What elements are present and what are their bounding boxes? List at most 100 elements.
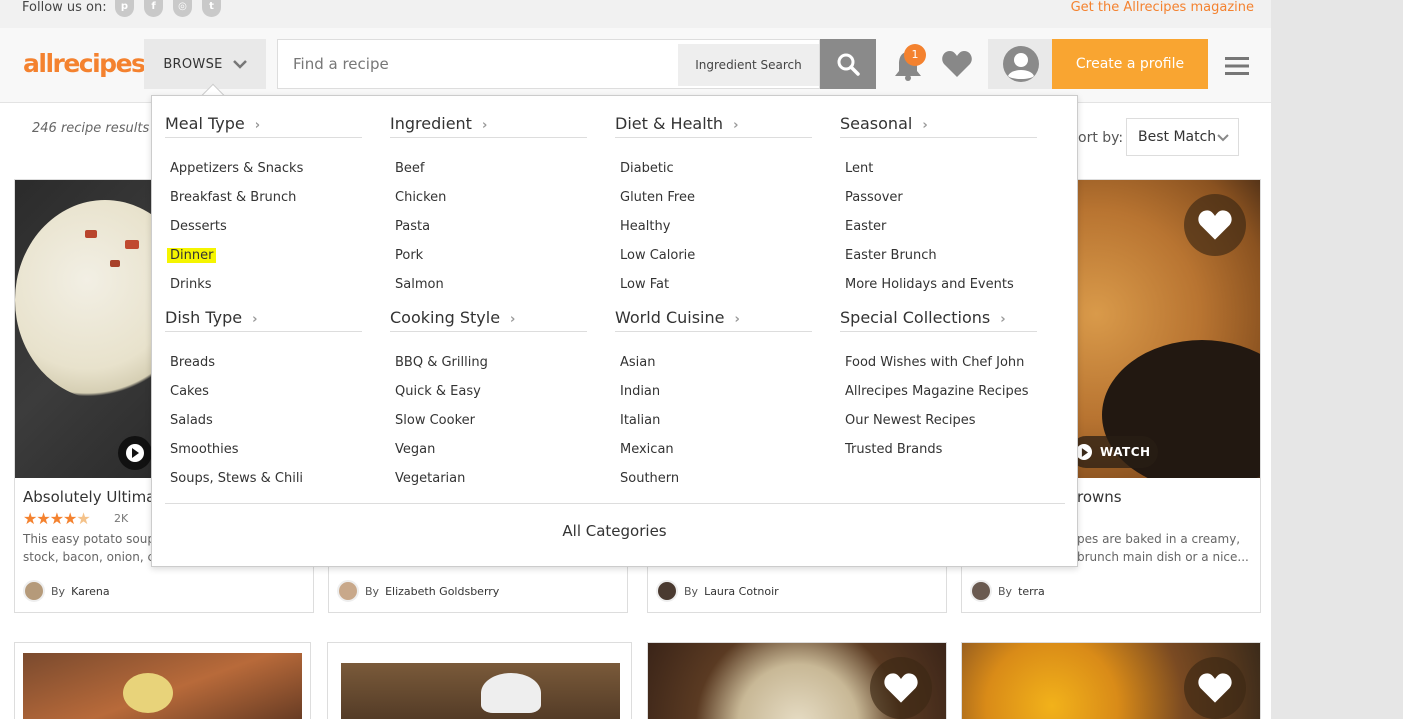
section-title-world-cuisine[interactable]: World Cuisine ›: [615, 308, 812, 332]
menu-item-slow-cooker[interactable]: Slow Cooker: [395, 413, 475, 428]
menu-item-soups-stews-chili[interactable]: Soups, Stews & Chili: [170, 471, 303, 486]
menu-item-low-fat[interactable]: Low Fat: [620, 277, 669, 292]
heart-icon[interactable]: [941, 50, 973, 78]
menu-item-indian[interactable]: Indian: [620, 384, 660, 399]
heart-icon: [1198, 210, 1232, 240]
browse-button[interactable]: BROWSE: [144, 39, 266, 89]
menu-item-trusted-brands[interactable]: Trusted Brands: [845, 442, 942, 457]
menu-item-salads[interactable]: Salads: [170, 413, 213, 428]
section-title-cooking-style[interactable]: Cooking Style ›: [390, 308, 587, 332]
section-title-dish-type[interactable]: Dish Type ›: [165, 308, 362, 332]
ingredient-search-button[interactable]: Ingredient Search: [678, 44, 819, 86]
menu-item-cakes[interactable]: Cakes: [170, 384, 209, 399]
menu-item-label: Easter Brunch: [845, 248, 937, 263]
menu-item-bbq-grilling[interactable]: BBQ & Grilling: [395, 355, 488, 370]
author-avatar[interactable]: [23, 580, 45, 602]
menu-item-dinner[interactable]: Dinner: [167, 248, 217, 263]
heart-icon: [1198, 673, 1232, 703]
recipe-card[interactable]: [327, 642, 632, 719]
menu-item-food-wishes-with-chef-john[interactable]: Food Wishes with Chef John: [845, 355, 1024, 370]
search-button[interactable]: [820, 39, 876, 89]
save-favorite-button[interactable]: [870, 657, 932, 719]
menu-item-mexican[interactable]: Mexican: [620, 442, 674, 457]
menu-item-label: Pork: [395, 248, 424, 263]
author-avatar[interactable]: [337, 580, 359, 602]
recipe-card[interactable]: [14, 642, 311, 719]
twitter-icon[interactable]: t: [202, 0, 221, 17]
menu-item-gluten-free[interactable]: Gluten Free: [620, 190, 695, 205]
menu-item-label: Drinks: [170, 277, 212, 292]
recipe-image[interactable]: [341, 663, 620, 719]
section-title-ingredient[interactable]: Ingredient ›: [390, 114, 587, 138]
logo[interactable]: allrecipes!: [23, 49, 153, 78]
chevron-right-icon: ›: [922, 118, 928, 133]
hamburger-menu-icon[interactable]: [1225, 57, 1249, 75]
sort-select[interactable]: Best Match: [1126, 118, 1239, 156]
menu-item-lent[interactable]: Lent: [845, 161, 873, 176]
menu-item-drinks[interactable]: Drinks: [170, 277, 212, 292]
menu-item-appetizers-snacks[interactable]: Appetizers & Snacks: [170, 161, 303, 176]
play-button[interactable]: [118, 436, 152, 470]
menu-item-healthy[interactable]: Healthy: [620, 219, 670, 234]
search-input[interactable]: [278, 40, 678, 88]
menu-item-quick-easy[interactable]: Quick & Easy: [395, 384, 481, 399]
menu-item-more-holidays-and-events[interactable]: More Holidays and Events: [845, 277, 1014, 292]
chevron-right-icon: ›: [254, 118, 261, 133]
menu-item-label: Trusted Brands: [845, 442, 943, 457]
recipe-card[interactable]: [961, 642, 1261, 719]
menu-item-vegan[interactable]: Vegan: [395, 442, 435, 457]
menu-item-italian[interactable]: Italian: [620, 413, 660, 428]
user-avatar-button[interactable]: [988, 39, 1052, 89]
menu-item-easter-brunch[interactable]: Easter Brunch: [845, 248, 937, 263]
menu-item-pork[interactable]: Pork: [395, 248, 423, 263]
recipe-card[interactable]: [647, 642, 947, 719]
menu-item-breakfast-brunch[interactable]: Breakfast & Brunch: [170, 190, 296, 205]
create-profile-button[interactable]: Create a profile: [1052, 39, 1208, 89]
menu-item-low-calorie[interactable]: Low Calorie: [620, 248, 695, 263]
menu-item-label: Breakfast & Brunch: [170, 190, 297, 205]
all-categories-link[interactable]: All Categories: [152, 522, 1077, 540]
author-avatar[interactable]: [970, 580, 992, 602]
menu-item-breads[interactable]: Breads: [170, 355, 215, 370]
menu-item-label: Passover: [845, 190, 903, 205]
author-name[interactable]: Karena: [71, 585, 110, 598]
menu-item-pasta[interactable]: Pasta: [395, 219, 430, 234]
menu-item-label: Italian: [620, 413, 661, 428]
magazine-link[interactable]: Get the Allrecipes magazine: [1071, 0, 1254, 16]
recipe-image[interactable]: [23, 653, 302, 719]
save-favorite-button[interactable]: [1184, 194, 1246, 256]
menu-item-easter[interactable]: Easter: [845, 219, 886, 234]
menu-item-chicken[interactable]: Chicken: [395, 190, 446, 205]
facebook-icon[interactable]: f: [144, 0, 163, 17]
menu-item-allrecipes-magazine-recipes[interactable]: Allrecipes Magazine Recipes: [845, 384, 1029, 399]
recipe-title[interactable]: Absolutely Ultimat: [23, 488, 161, 506]
by-label: By: [51, 584, 66, 598]
menu-item-asian[interactable]: Asian: [620, 355, 655, 370]
author-name[interactable]: terra: [1018, 585, 1045, 598]
menu-item-beef[interactable]: Beef: [395, 161, 425, 176]
save-favorite-button[interactable]: [1184, 657, 1246, 719]
menu-item-smoothies[interactable]: Smoothies: [170, 442, 239, 457]
menu-item-salmon[interactable]: Salmon: [395, 277, 444, 292]
section-title-diet-health[interactable]: Diet & Health ›: [615, 114, 812, 138]
menu-item-vegetarian[interactable]: Vegetarian: [395, 471, 465, 486]
menu-item-our-newest-recipes[interactable]: Our Newest Recipes: [845, 413, 976, 428]
pinterest-icon[interactable]: p: [115, 0, 134, 17]
section-title-meal-type[interactable]: Meal Type ›: [165, 114, 362, 138]
author-name[interactable]: Laura Cotnoir: [704, 585, 779, 598]
search-icon: [837, 53, 860, 76]
menu-item-label: Desserts: [170, 219, 227, 234]
recipe-title[interactable]: rowns: [1077, 488, 1122, 506]
author-avatar[interactable]: [656, 580, 678, 602]
instagram-icon[interactable]: ◎: [173, 0, 192, 17]
author-name[interactable]: Elizabeth Goldsberry: [385, 585, 499, 598]
menu-item-diabetic[interactable]: Diabetic: [620, 161, 674, 176]
menu-item-label: Mexican: [620, 442, 674, 457]
menu-item-passover[interactable]: Passover: [845, 190, 903, 205]
section-title-seasonal[interactable]: Seasonal ›: [840, 114, 1037, 138]
menu-item-desserts[interactable]: Desserts: [170, 219, 227, 234]
watch-video-button[interactable]: WATCH: [1070, 436, 1158, 468]
section-title-special-collections[interactable]: Special Collections ›: [840, 308, 1037, 332]
header: allrecipes! BROWSE Ingredient Search 1 C…: [0, 28, 1271, 103]
menu-item-southern[interactable]: Southern: [620, 471, 679, 486]
